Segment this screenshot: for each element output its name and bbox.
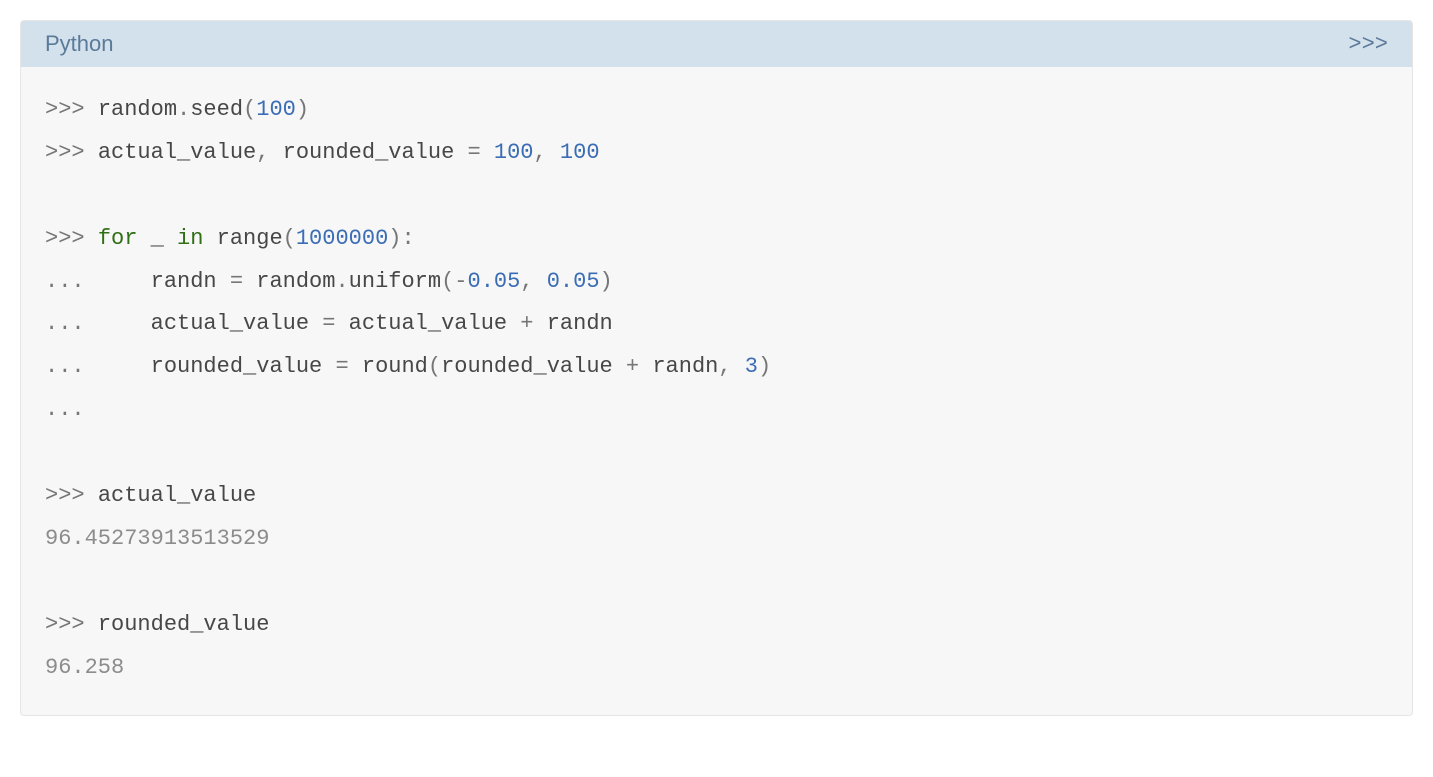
code-text: actual_value: [349, 311, 507, 336]
code-text: ,: [718, 354, 744, 379]
code-text: [98, 269, 151, 294]
code-text: (: [243, 97, 256, 122]
prompt: >>>: [45, 226, 98, 251]
language-label: Python: [45, 31, 114, 57]
code-keyword: in: [177, 226, 203, 251]
code-text: 100: [494, 140, 534, 165]
code-keyword: for: [98, 226, 138, 251]
code-text: randn: [547, 311, 613, 336]
continuation-prompt: ...: [45, 311, 98, 336]
code-text: =: [322, 354, 362, 379]
prompt: >>>: [45, 612, 98, 637]
toggle-prompts-button[interactable]: >>>: [1348, 32, 1388, 57]
code-text: 0.05: [547, 269, 600, 294]
code-text: randn: [151, 269, 217, 294]
code-text: round: [362, 354, 428, 379]
code-output: 96.258: [45, 655, 124, 680]
code-text: =: [217, 269, 257, 294]
code-text: ,: [534, 140, 560, 165]
code-text: ): [600, 269, 613, 294]
code-text: 3: [745, 354, 758, 379]
code-text: random: [98, 97, 177, 122]
code-text: (: [283, 226, 296, 251]
code-text: randn: [652, 354, 718, 379]
code-text: random: [256, 269, 335, 294]
prompt: >>>: [45, 140, 98, 165]
code-text: rounded_value: [98, 612, 270, 637]
code-text: 100: [256, 97, 296, 122]
code-text: ):: [388, 226, 414, 251]
code-text: 100: [560, 140, 600, 165]
code-text: ,: [256, 140, 282, 165]
prompt: >>>: [45, 483, 98, 508]
code-text: seed: [190, 97, 243, 122]
code-text: [164, 226, 177, 251]
code-text: (: [441, 269, 454, 294]
code-block: Python >>> >>> random.seed(100) >>> actu…: [20, 20, 1413, 716]
code-text: range: [217, 226, 283, 251]
continuation-prompt: ...: [45, 269, 98, 294]
code-text: actual_value: [98, 483, 256, 508]
code-text: 1000000: [296, 226, 388, 251]
code-text: =: [454, 140, 494, 165]
code-text: actual_value: [98, 140, 256, 165]
code-text: 0.05: [468, 269, 521, 294]
code-text: ): [758, 354, 771, 379]
code-output: 96.45273913513529: [45, 526, 269, 551]
code-text: _: [151, 226, 164, 251]
continuation-prompt: ...: [45, 354, 98, 379]
code-text: [98, 311, 151, 336]
code-content[interactable]: >>> random.seed(100) >>> actual_value, r…: [21, 67, 1412, 715]
code-text: uniform: [349, 269, 441, 294]
code-text: [98, 354, 151, 379]
code-text: [203, 226, 216, 251]
code-text: .: [335, 269, 348, 294]
prompt: >>>: [45, 97, 98, 122]
code-text: .: [177, 97, 190, 122]
code-text: +: [613, 354, 653, 379]
code-text: ,: [520, 269, 546, 294]
code-text: rounded_value: [283, 140, 455, 165]
continuation-prompt: ...: [45, 397, 98, 422]
code-text: rounded_value: [151, 354, 323, 379]
code-text: [137, 226, 150, 251]
code-text: (: [428, 354, 441, 379]
code-text: rounded_value: [441, 354, 613, 379]
code-text: actual_value: [151, 311, 309, 336]
code-text: +: [507, 311, 547, 336]
code-text: ): [296, 97, 309, 122]
code-block-header: Python >>>: [21, 21, 1412, 67]
code-text: -: [454, 269, 467, 294]
code-text: =: [309, 311, 349, 336]
